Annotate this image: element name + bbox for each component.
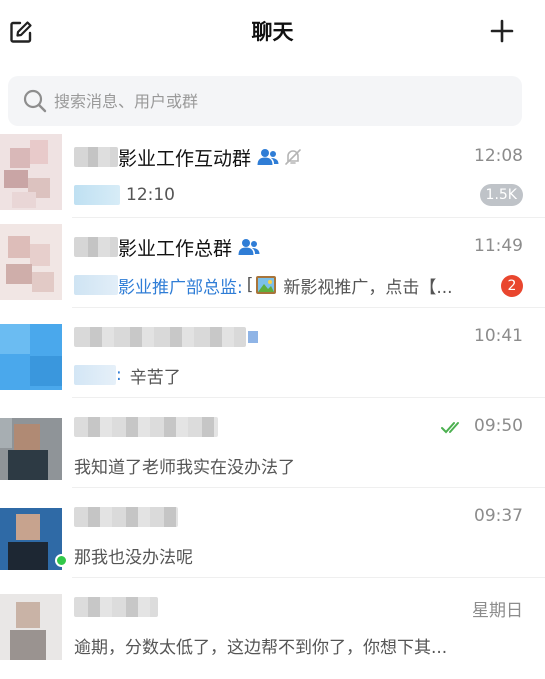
chat-row[interactable]: 影业工作互动群 12:08 12:10 1.5K [0,128,545,218]
chat-list-screen: 聊天 影业工作互动群 [0,0,545,679]
redacted-sender [74,275,118,295]
online-status-dot [55,554,68,567]
chat-preview: 那我也没办法呢 [74,542,193,568]
chat-time: 09:50 [474,416,523,436]
search-bar[interactable] [8,76,522,126]
redacted-name [74,507,178,527]
search-icon [23,89,47,113]
chat-preview: 12:10 [74,182,175,208]
chat-time: 星期日 [472,601,523,621]
image-icon [256,276,277,294]
chat-name: 影业工作总群 [118,237,233,260]
avatar [0,404,62,480]
chat-preview: 我知道了老师我实在没办法了 [74,452,295,478]
redacted-name-tail [248,331,258,343]
preview-prefix: [ [246,275,254,295]
redacted-name [74,327,246,347]
group-icon [257,149,279,165]
chat-preview: 影业推广部总监: [ 新影视推广，点击【... [74,272,453,298]
unread-badge: 1.5K [479,184,523,206]
redacted-name [74,147,118,167]
sender-name: : [116,365,122,385]
chat-name-line [74,324,258,350]
preview-text: 新影视推广，点击【... [283,277,453,298]
preview-text: 我知道了老师我实在没办法了 [74,457,295,478]
chat-row[interactable]: 影业工作总群 11:49 影业推广部总监: [ 新影视推广，点击【... 2 [0,218,545,308]
sender-name: 影业推广部总监: [118,277,243,298]
chat-time: 12:08 [474,146,523,166]
chat-name-line [74,504,178,530]
redacted-sender [74,185,120,205]
avatar [0,584,62,660]
chat-row[interactable]: 星期日 逾期，分数太低了，这边帮不到你了，你想下其... [0,578,545,668]
chat-row[interactable]: 09:37 那我也没办法呢 [0,488,545,578]
page-title: 聊天 [251,20,294,44]
plus-icon[interactable] [489,18,515,44]
avatar [0,314,62,390]
chat-preview: : 辛苦了 [74,362,181,388]
chat-preview: 逾期，分数太低了，这边帮不到你了，你想下其... [74,632,447,658]
avatar [0,494,62,570]
mute-icon [285,149,301,165]
redacted-name [74,597,158,617]
chat-name: 影业工作互动群 [118,147,252,170]
chat-name-line: 影业工作互动群 [74,144,302,170]
preview-text: 辛苦了 [129,367,181,388]
chat-time: 11:49 [474,236,523,256]
chat-name-line [74,414,218,440]
avatar [0,134,62,210]
avatar [0,224,62,300]
chat-row[interactable]: 10:41 : 辛苦了 [0,308,545,398]
chat-name-line [74,594,158,620]
chat-time: 09:37 [474,506,523,526]
redacted-sender [74,365,116,385]
preview-text: 逾期，分数太低了，这边帮不到你了，你想下其... [74,637,448,658]
search-input[interactable] [54,76,504,126]
chat-name-line: 影业工作总群 [74,234,260,260]
preview-text: 那我也没办法呢 [74,547,193,568]
group-icon [238,239,260,255]
chat-row[interactable]: 09:50 我知道了老师我实在没办法了 [0,398,545,488]
chat-time: 10:41 [474,326,523,346]
read-check-icon [441,422,459,434]
top-bar: 聊天 [0,0,545,64]
redacted-name [74,237,118,257]
preview-text: 12:10 [126,185,175,205]
redacted-name [74,417,218,437]
unread-badge: 2 [501,275,523,297]
